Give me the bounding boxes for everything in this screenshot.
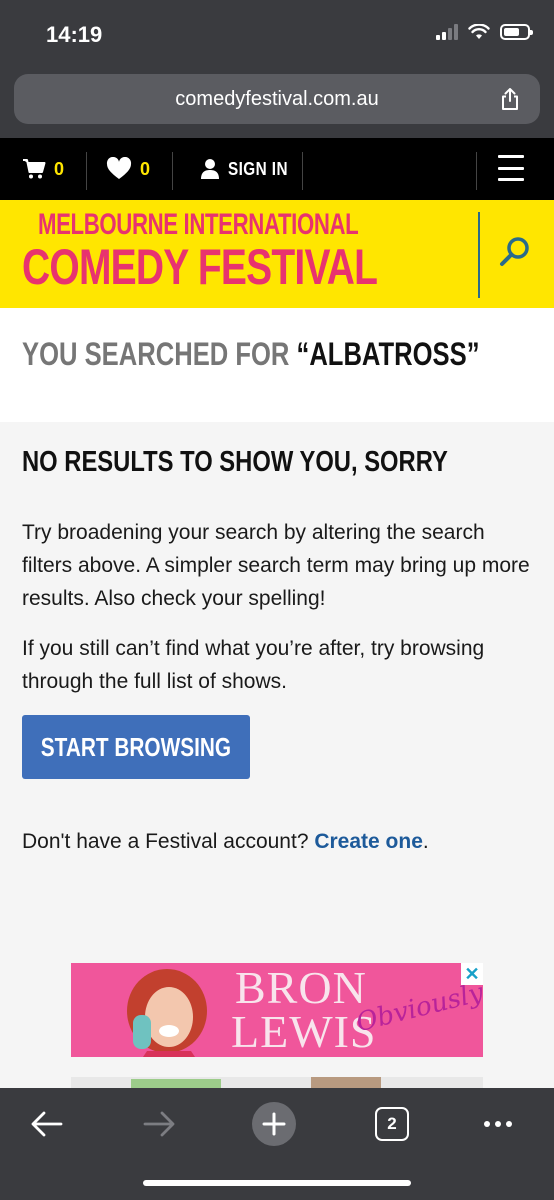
logo-band: MELBOURNE INTERNATIONAL COMEDY FESTIVAL [0,200,554,308]
advertisement-banner[interactable]: BRON LEWIS Obviously ✕ [71,963,483,1057]
start-browsing-label: START BROWSING [40,731,232,762]
logo-divider [478,212,480,298]
battery-icon [500,24,533,40]
create-account-link[interactable]: Create one [314,830,423,853]
no-results-tip: Try broadening your search by altering t… [22,521,530,610]
search-term: “ALBATROSS” [296,336,480,372]
search-summary: YOU SEARCHED FOR “ALBATROSS” [0,308,554,422]
address-bar[interactable]: comedyfestival.com.au [14,74,540,124]
more-icon [484,1121,512,1127]
back-arrow-icon [31,1111,63,1137]
sign-in-link[interactable]: SIGN IN [200,138,299,200]
searched-for-heading: YOU SEARCHED FOR “ALBATROSS” [22,336,480,373]
more-options-button[interactable] [476,1102,520,1146]
status-time: 14:19 [46,22,103,47]
no-results-heading: NO RESULTS TO SHOW YOU, SORRY [22,446,448,478]
ad-close-icon[interactable]: ✕ [461,963,483,985]
logo-line-1: MELBOURNE INTERNATIONAL [38,208,359,241]
browser-address-area: comedyfestival.com.au [0,66,554,138]
cart-icon [23,159,46,179]
ad-script-text: Obviously [353,977,483,1039]
account-prompt-suffix: . [422,830,429,853]
account-prompt-text: Don't have a Festival account? [22,830,315,853]
back-button[interactable] [24,1102,68,1146]
browse-suggestion: If you still can’t find what you’re afte… [22,637,485,693]
menu-icon[interactable] [498,155,524,181]
nav-divider [86,152,87,190]
cart-count: 0 [54,158,65,179]
share-icon[interactable] [498,87,522,111]
home-indicator[interactable] [143,1180,411,1186]
status-icons [436,24,533,40]
ad-title-line-1: BRON [235,963,367,1013]
user-icon [201,159,219,179]
nav-divider [172,152,173,190]
cart-link[interactable]: 0 [22,138,64,200]
logo-line-2: COMEDY FESTIVAL [22,239,378,295]
wifi-icon [468,24,490,39]
tab-switcher-button[interactable]: 2 [370,1102,414,1146]
status-bar: 14:19 [0,0,554,66]
site-nav: 0 0 SIGN IN [0,138,554,200]
url-text: comedyfestival.com.au [175,87,379,110]
ad-portrait-image [127,969,207,1057]
plus-icon [262,1112,286,1136]
search-icon[interactable] [498,235,532,269]
start-browsing-button[interactable]: START BROWSING [22,715,250,779]
cellular-signal-icon [436,24,458,40]
account-prompt: Don't have a Festival account? Create on… [22,830,429,854]
nav-divider [476,152,477,190]
nav-divider [302,152,303,190]
favourites-count: 0 [140,158,151,179]
sign-in-label: SIGN IN [228,158,288,179]
forward-button[interactable] [138,1102,182,1146]
favourites-link[interactable]: 0 [106,138,150,200]
heart-icon [106,157,132,179]
forward-arrow-icon [143,1111,175,1137]
new-tab-button[interactable] [252,1102,296,1146]
searched-for-prefix: YOU SEARCHED FOR [22,336,297,372]
tab-count: 2 [375,1107,409,1141]
